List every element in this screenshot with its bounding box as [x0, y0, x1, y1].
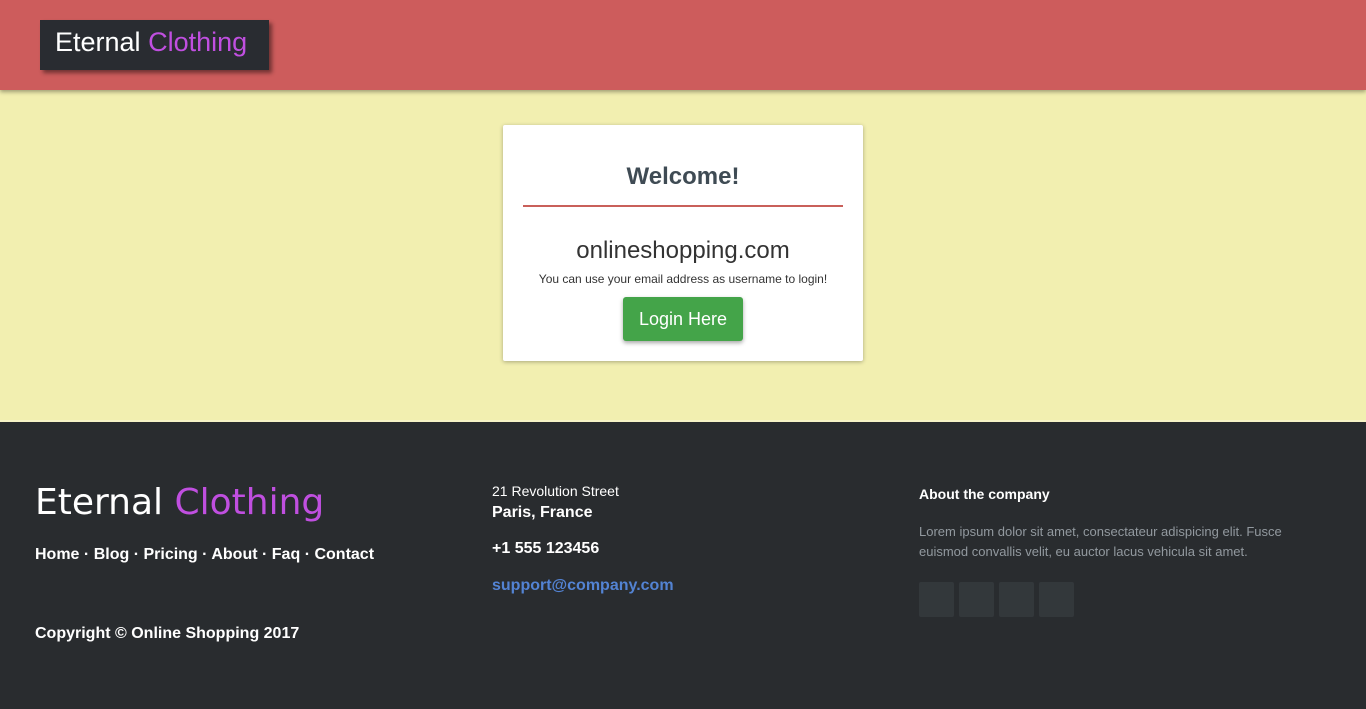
footer-copyright: Copyright © Online Shopping 2017: [35, 625, 300, 642]
title-divider: [523, 205, 843, 207]
logo-accent-text: Clothing: [148, 27, 248, 57]
footer-email-link[interactable]: support@company.com: [492, 577, 674, 595]
welcome-title: Welcome!: [626, 163, 740, 190]
footer-link-separator: ·: [262, 546, 268, 563]
about-heading: About the company: [919, 486, 1050, 502]
footer-link-separator: ·: [202, 546, 208, 563]
social-icon-2[interactable]: [959, 582, 994, 617]
footer-link-blog[interactable]: Blog: [94, 546, 130, 563]
site-footer: Eternal Clothing Home · Blog · Pricing ·…: [0, 422, 1366, 709]
footer-link-separator: ·: [133, 546, 140, 563]
footer-link-contact[interactable]: Contact: [314, 546, 374, 563]
social-icon-4[interactable]: [1039, 582, 1074, 617]
site-name: onlineshopping.com: [576, 237, 790, 264]
social-icon-1[interactable]: [919, 582, 954, 617]
footer-link-about[interactable]: About: [211, 546, 257, 563]
footer-brand-main: Eternal: [35, 482, 164, 523]
login-button[interactable]: Login Here: [623, 297, 743, 341]
login-hint: You can use your email address as userna…: [538, 272, 828, 286]
about-text: Lorem ipsum dolor sit amet, consectateur…: [919, 524, 1282, 559]
footer-brand-accent: Clothing: [174, 482, 325, 523]
social-icon-3[interactable]: [999, 582, 1034, 617]
footer-brand: Eternal Clothing: [35, 482, 324, 523]
social-icons: [919, 582, 1074, 617]
footer-link-separator: ·: [304, 546, 311, 563]
footer-link-pricing[interactable]: Pricing: [143, 546, 197, 563]
site-logo[interactable]: Eternal Clothing: [40, 20, 269, 70]
site-header: Eternal Clothing: [0, 0, 1366, 90]
footer-link-faq[interactable]: Faq: [272, 546, 300, 563]
footer-link-separator: ·: [83, 546, 90, 563]
welcome-card: Welcome! onlineshopping.com You can use …: [503, 125, 863, 361]
footer-phone: +1 555 123456: [492, 540, 600, 557]
footer-street: 21 Revolution Street: [492, 483, 619, 499]
footer-city: Paris, France: [492, 504, 593, 521]
logo-main-text: Eternal: [55, 27, 141, 57]
footer-nav: Home · Blog · Pricing · About · Faq · Co…: [35, 546, 374, 564]
footer-link-home[interactable]: Home: [35, 546, 79, 563]
